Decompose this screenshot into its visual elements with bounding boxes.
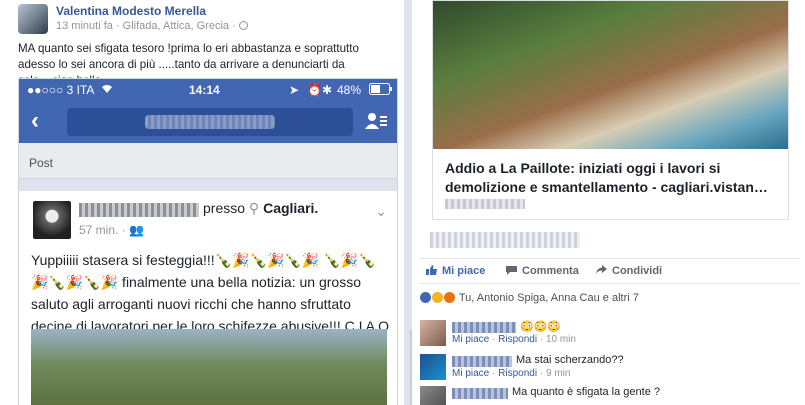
presso-label: presso bbox=[203, 200, 246, 216]
bluetooth-icon: ✱ bbox=[322, 83, 333, 97]
comment-text: Ma quanto è sfigata la gente ? bbox=[512, 386, 660, 398]
comment-meta: Mi piace · Rispondi · 10 min bbox=[452, 334, 576, 345]
blurred-commenter-name bbox=[452, 356, 512, 367]
comment-like-link[interactable]: Mi piace bbox=[452, 334, 489, 345]
wow-reaction-icon bbox=[432, 292, 443, 303]
link-preview-image[interactable] bbox=[433, 1, 788, 149]
blurred-commenter-name bbox=[452, 322, 516, 333]
reactions-summary[interactable]: Tu, Antonio Spiga, Anna Cau e altri 7 bbox=[420, 292, 639, 304]
like-button[interactable]: Mi piace bbox=[426, 265, 485, 277]
inner-post-time: 57 min. · 👥 bbox=[79, 223, 144, 237]
friends-icon[interactable] bbox=[365, 111, 387, 131]
chevron-down-icon[interactable]: ⌄ bbox=[375, 203, 387, 220]
angry-reaction-icon bbox=[444, 292, 455, 303]
clock-label: 14:14 bbox=[189, 83, 220, 97]
thumbs-up-icon bbox=[426, 265, 437, 275]
comment-thread-line bbox=[410, 330, 412, 405]
commenter-avatar[interactable] bbox=[420, 386, 446, 405]
author-avatar[interactable] bbox=[18, 4, 48, 34]
blurred-link-domain bbox=[445, 199, 525, 209]
link-preview-card[interactable]: Addio a La Paillote: iniziati oggi i lav… bbox=[432, 0, 789, 220]
blurred-author-name bbox=[79, 203, 199, 217]
battery-label: 48% bbox=[337, 83, 362, 97]
comment-reply-link[interactable]: Rispondi bbox=[498, 368, 537, 379]
embedded-screenshot: ●●○○○ 3 ITA 14:14 ➤ ⏰ ✱ 48% ‹ Post press… bbox=[18, 78, 398, 405]
comment-reply-link[interactable]: Rispondi bbox=[498, 334, 537, 345]
comment-label: Commenta bbox=[522, 265, 579, 277]
inner-time-label: 57 min. · bbox=[79, 223, 126, 237]
post-meta-text: 13 minuti fa · Glifada, Attica, Grecia · bbox=[56, 20, 236, 32]
comment-text: Ma stai scherzando?? bbox=[516, 354, 624, 366]
globe-icon bbox=[238, 21, 248, 30]
commenter-avatar[interactable] bbox=[420, 320, 446, 346]
post-actions-bar: Mi piace Commenta Condividi bbox=[420, 258, 800, 284]
left-post-panel: Valentina Modesto Merella 13 minuti fa ·… bbox=[0, 0, 404, 405]
share-label: Condividi bbox=[612, 265, 663, 277]
blurred-commenter-name bbox=[452, 388, 508, 399]
comment-meta: Mi piace · Rispondi · 9 min bbox=[452, 368, 571, 379]
link-title[interactable]: Addio a La Paillote: iniziati oggi i lav… bbox=[445, 159, 780, 197]
battery-icon bbox=[369, 83, 393, 98]
comment-like-link[interactable]: Mi piace bbox=[452, 368, 489, 379]
comment-time: 10 min bbox=[545, 334, 576, 345]
comment-item: Ma stai scherzando?? Mi piace · Rispondi… bbox=[420, 354, 800, 384]
comment-button[interactable]: Commenta bbox=[506, 265, 579, 277]
share-icon bbox=[596, 265, 607, 275]
search-field[interactable] bbox=[67, 108, 353, 136]
location-pin-icon: ⚲ bbox=[248, 200, 260, 216]
phone-status-bar: ●●○○○ 3 ITA 14:14 ➤ ⏰ ✱ 48% bbox=[19, 79, 397, 101]
comment-item: Ma quanto è sfigata la gente ? bbox=[420, 386, 800, 405]
phone-nav-bar: ‹ bbox=[19, 101, 397, 143]
inner-post-photo[interactable] bbox=[31, 329, 387, 405]
post-meta: 13 minuti fa · Glifada, Attica, Grecia · bbox=[56, 20, 248, 32]
friends-audience-icon: 👥 bbox=[129, 223, 144, 237]
wifi-icon bbox=[101, 83, 113, 97]
share-button[interactable]: Condividi bbox=[596, 265, 662, 277]
like-label: Mi piace bbox=[442, 265, 486, 277]
carrier-label: ●●○○○ 3 ITA bbox=[27, 83, 95, 97]
location-link[interactable]: Cagliari. bbox=[263, 200, 318, 216]
alarm-icon: ⏰ bbox=[307, 83, 322, 97]
comment-time: 9 min bbox=[545, 368, 571, 379]
blurred-caption bbox=[430, 232, 580, 248]
post-label: Post bbox=[29, 156, 54, 170]
back-arrow-icon[interactable]: ‹ bbox=[31, 107, 39, 135]
commenter-avatar[interactable] bbox=[420, 354, 446, 380]
comment-icon bbox=[506, 265, 517, 275]
author-name[interactable]: Valentina Modesto Merella bbox=[56, 4, 206, 18]
reactions-text: Tu, Antonio Spiga, Anna Cau e altri 7 bbox=[458, 292, 639, 304]
comment-item: 😳😳😳 Mi piace · Rispondi · 10 min bbox=[420, 320, 800, 350]
post-section-header: Post bbox=[19, 143, 397, 179]
inner-post-location: presso ⚲ Cagliari. bbox=[203, 200, 318, 217]
comment-text: 😳😳😳 bbox=[520, 321, 562, 333]
right-post-panel: Addio a La Paillote: iniziati oggi i lav… bbox=[412, 0, 805, 405]
blurred-search-text bbox=[145, 115, 275, 129]
location-arrow-icon: ➤ bbox=[289, 83, 300, 97]
like-reaction-icon bbox=[420, 292, 431, 303]
inner-author-avatar[interactable] bbox=[33, 201, 71, 239]
